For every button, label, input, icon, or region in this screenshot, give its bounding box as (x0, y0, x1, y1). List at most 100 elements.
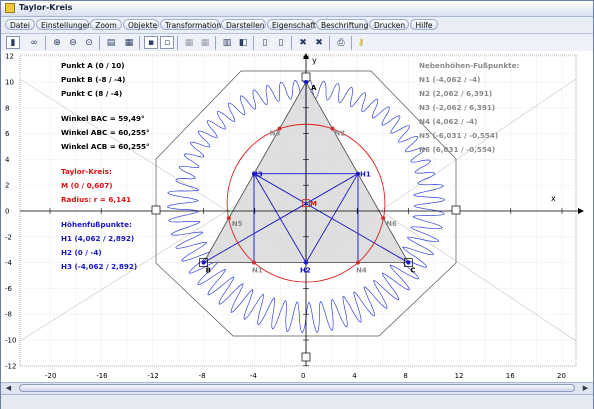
y-tick-label: 12 (5, 53, 14, 61)
status-bar (1, 394, 593, 409)
n2-text: N2 (2,062 / 6,391) (419, 89, 492, 98)
x-tick-label: 12 (455, 372, 464, 380)
taylor-title: Taylor-Kreis: (61, 167, 112, 176)
point-n4[interactable] (355, 260, 360, 265)
x-tick-label: -16 (96, 372, 108, 380)
app-window: Taylor-Kreis Datei Einstellungen Zoom Ob… (0, 0, 594, 409)
point-a[interactable] (304, 80, 308, 84)
delete-icon[interactable]: ✖ (296, 36, 310, 49)
copy-icon[interactable]: ▯ (258, 36, 272, 49)
geometry-plot[interactable]: x y -20 -16 -12 -8 -4 0 4 8 12 16 20121086420-2-4-… (1, 51, 593, 382)
y-tick-label: -8 (5, 311, 12, 319)
help-key-icon[interactable]: ⚷ (354, 36, 368, 49)
window-title: Taylor-Kreis (19, 3, 73, 12)
title-bar[interactable]: Taylor-Kreis (1, 1, 593, 17)
delete-all-icon[interactable]: ✖ (312, 36, 326, 49)
y-tick-label: -12 (5, 362, 16, 370)
menu-transformation[interactable]: Transformation (160, 19, 221, 30)
toolbar-separator (253, 36, 254, 50)
point-n1[interactable] (252, 260, 257, 265)
toolbar-separator (329, 36, 330, 50)
point-h2[interactable] (304, 260, 308, 265)
point-c[interactable] (406, 260, 411, 265)
y-tick-label: 8 (5, 104, 9, 112)
menu-einstellungen[interactable]: Einstellungen (36, 19, 92, 30)
print-icon[interactable]: ⎙ (334, 36, 348, 49)
toolbar-separator (291, 36, 292, 50)
angle-bac-text: Winkel BAC = 59,49° (61, 114, 145, 123)
grid-toggle-icon[interactable]: ▪ (144, 36, 158, 49)
save-icon[interactable]: ◧ (236, 36, 250, 49)
x-tick-label: -12 (147, 372, 158, 380)
label-h2: H2 (300, 267, 311, 275)
x-tick-label: 16 (506, 372, 515, 380)
point-b-text: Punkt B (-8 / -4) (61, 75, 125, 84)
menu-eigenschaft[interactable]: Eigenschaft (267, 19, 316, 30)
link-icon[interactable]: ∞ (27, 36, 41, 49)
toolbar-separator (215, 36, 216, 50)
label-h1: H1 (360, 171, 371, 179)
label-n5: N5 (232, 220, 243, 228)
points-panel: Punkt A (0 / 10) Punkt B (-8 / -4) Punkt… (61, 61, 125, 98)
label-h3: H3 (252, 171, 263, 179)
label-n3: N3 (270, 130, 281, 138)
zoom-fit-icon[interactable]: ⊙ (82, 36, 96, 49)
heights-title: Höhenfußpunkte: (61, 220, 132, 229)
zoom-in-icon[interactable]: ⊕ (50, 36, 64, 49)
feet-title: Nebenhöhen-Fußpunkte: (419, 61, 519, 70)
taylor-radius: Radius: r = 6,141 (61, 195, 131, 204)
menu-beschriftung[interactable]: Beschriftung (316, 19, 368, 30)
menu-zoom[interactable]: Zoom (90, 19, 122, 30)
cut-icon[interactable]: ▯ (274, 36, 288, 49)
toolbar-separator (351, 36, 352, 50)
snap-grid-icon[interactable]: ▫ (160, 36, 174, 49)
x-tick-label: -8 (199, 372, 206, 380)
toolbar-separator (139, 36, 140, 50)
point-n6[interactable] (381, 216, 386, 221)
table-icon[interactable]: ▥ (220, 36, 234, 49)
label-c: C (410, 267, 415, 275)
x-tick-label: -20 (45, 372, 56, 380)
window-icon[interactable]: ▤ (104, 36, 118, 49)
handle-right[interactable] (451, 205, 461, 215)
scrollbar-thumb[interactable] (19, 384, 575, 392)
h2-text: H2 (0 / -4) (61, 248, 102, 257)
ruler-icon[interactable]: ▦ (198, 36, 212, 49)
n6-text: N6 (6,031 / -0,554) (419, 145, 495, 154)
menu-darstellen[interactable]: Darstellen (221, 19, 266, 30)
x-tick-label: 4 (352, 372, 357, 380)
handle-top[interactable] (301, 72, 311, 82)
point-c-text: Punkt C (8 / -4) (61, 89, 122, 98)
y-tick-label: 2 (5, 182, 9, 190)
label-a: A (311, 84, 317, 92)
select-tool-icon[interactable]: ▮ (6, 36, 20, 49)
menu-objekte[interactable]: Objekte (123, 19, 159, 30)
n4-text: N4 (4,062 / -4) (419, 117, 477, 126)
label-n2: N2 (334, 130, 345, 138)
x-tick-label: -4 (250, 372, 258, 380)
x-axis-arrow-icon (578, 208, 584, 214)
handle-bottom[interactable] (301, 352, 311, 362)
y-tick-label: 6 (5, 130, 10, 138)
menu-datei[interactable]: Datei (5, 19, 35, 30)
toolbar-separator (177, 36, 178, 50)
horizontal-scrollbar[interactable]: ◀ ▶ (1, 382, 593, 394)
scroll-right-icon[interactable]: ▶ (580, 383, 591, 393)
menu-bar: Datei Einstellungen Zoom Objekte Transfo… (1, 17, 593, 32)
point-n5[interactable] (226, 216, 231, 221)
handle-left[interactable] (151, 205, 161, 215)
x-tick-label: 8 (403, 372, 407, 380)
axes-toggle-icon[interactable]: ▦ (182, 36, 196, 49)
drawing-canvas[interactable]: x y -20 -16 -12 -8 -4 0 4 8 12 16 20 12 10 8 6 4 2 0 -2 -4-… (1, 51, 593, 382)
label-n1: N1 (252, 267, 263, 275)
menu-drucken[interactable]: Drucken (369, 19, 409, 30)
point-b[interactable] (201, 260, 206, 265)
y-tick-label: 0 (5, 208, 9, 216)
n1-text: N1 (-4,062 / -4) (419, 75, 480, 84)
x-tick-label: 20 (557, 372, 566, 380)
taylor-center: M (0 / 0,607) (61, 181, 113, 190)
zoom-out-icon[interactable]: ⊖ (66, 36, 80, 49)
layer-icon[interactable]: ▦ (122, 36, 136, 49)
scroll-left-icon[interactable]: ◀ (3, 383, 14, 393)
menu-hilfe[interactable]: Hilfe (410, 19, 438, 30)
